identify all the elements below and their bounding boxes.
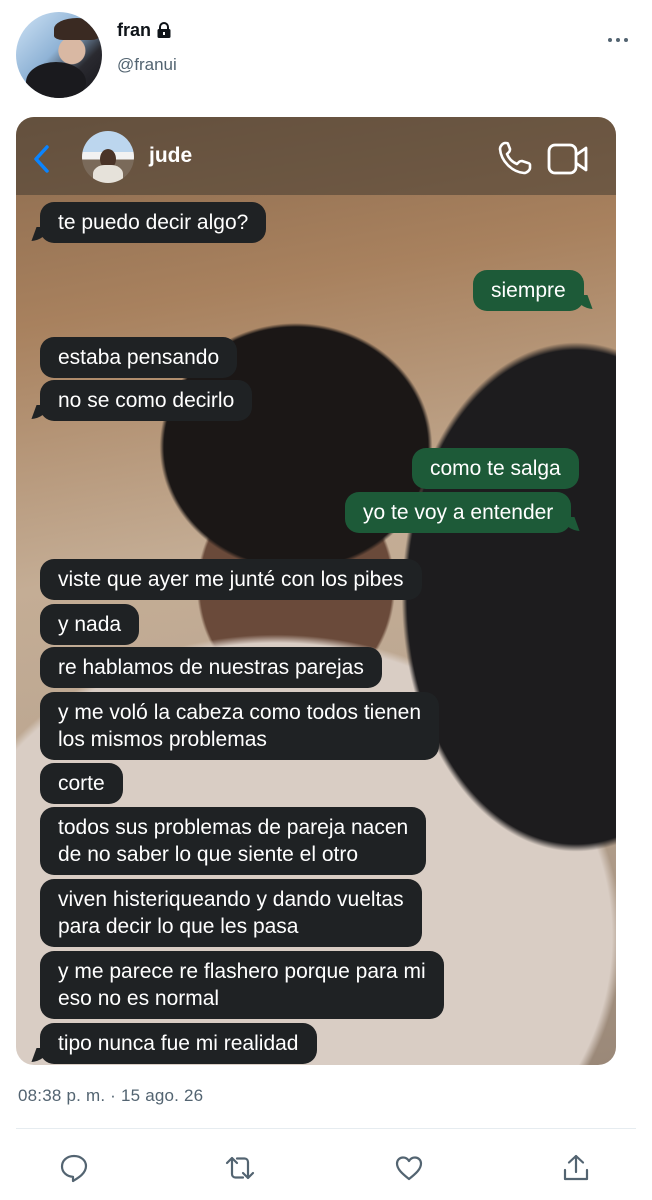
- message-bubble: y nada: [40, 604, 140, 645]
- message-bubble: viste que ayer me junté con los pibes: [40, 559, 422, 600]
- tweet-media-image[interactable]: jude te puedo decir algo? siempre estaba…: [16, 117, 616, 1065]
- message-bubble: todos sus problemas de pareja nacen de n…: [40, 807, 427, 875]
- message-bubble: corte: [40, 763, 123, 804]
- video-camera-icon: [547, 143, 588, 175]
- lock-icon: [157, 22, 171, 38]
- message-bubble: te puedo decir algo?: [40, 202, 267, 243]
- contact-avatar: [82, 131, 134, 183]
- like-icon[interactable]: [393, 1152, 425, 1184]
- reply-icon[interactable]: [58, 1152, 90, 1184]
- message-bubble: yo te voy a entender: [345, 492, 572, 533]
- avatar-hair: [54, 18, 100, 40]
- divider: [16, 1128, 636, 1129]
- message-bubble: como te salga: [412, 448, 579, 489]
- author-avatar[interactable]: [16, 12, 102, 98]
- back-chevron-icon: [34, 145, 49, 173]
- tweet-timestamp[interactable]: 08:38 p. m. · 15 ago. 26: [18, 1086, 203, 1106]
- author-name-row[interactable]: fran: [117, 20, 172, 41]
- message-bubble: re hablamos de nuestras parejas: [40, 647, 382, 688]
- avatar-cat: [26, 62, 86, 98]
- message-bubble: estaba pensando: [40, 337, 238, 378]
- share-icon[interactable]: [560, 1152, 592, 1184]
- message-bubble: siempre: [473, 270, 584, 311]
- message-bubble: tipo nunca fue mi realidad: [40, 1023, 317, 1064]
- author-display-name[interactable]: fran: [117, 20, 151, 41]
- phone-icon: [498, 141, 532, 175]
- contact-avatar-shirt: [93, 165, 123, 183]
- retweet-icon[interactable]: [224, 1152, 256, 1184]
- message-bubble: viven histeriqueando y dando vueltas par…: [40, 879, 422, 947]
- message-bubble: y me parece re flashero porque para mi e…: [40, 951, 444, 1019]
- message-bubble: no se como decirlo: [40, 380, 253, 421]
- author-handle[interactable]: @franui: [117, 55, 177, 75]
- message-bubble: y me voló la cabeza como todos tienen lo…: [40, 692, 440, 760]
- more-options-icon[interactable]: [606, 30, 630, 50]
- contact-name: jude: [149, 144, 193, 167]
